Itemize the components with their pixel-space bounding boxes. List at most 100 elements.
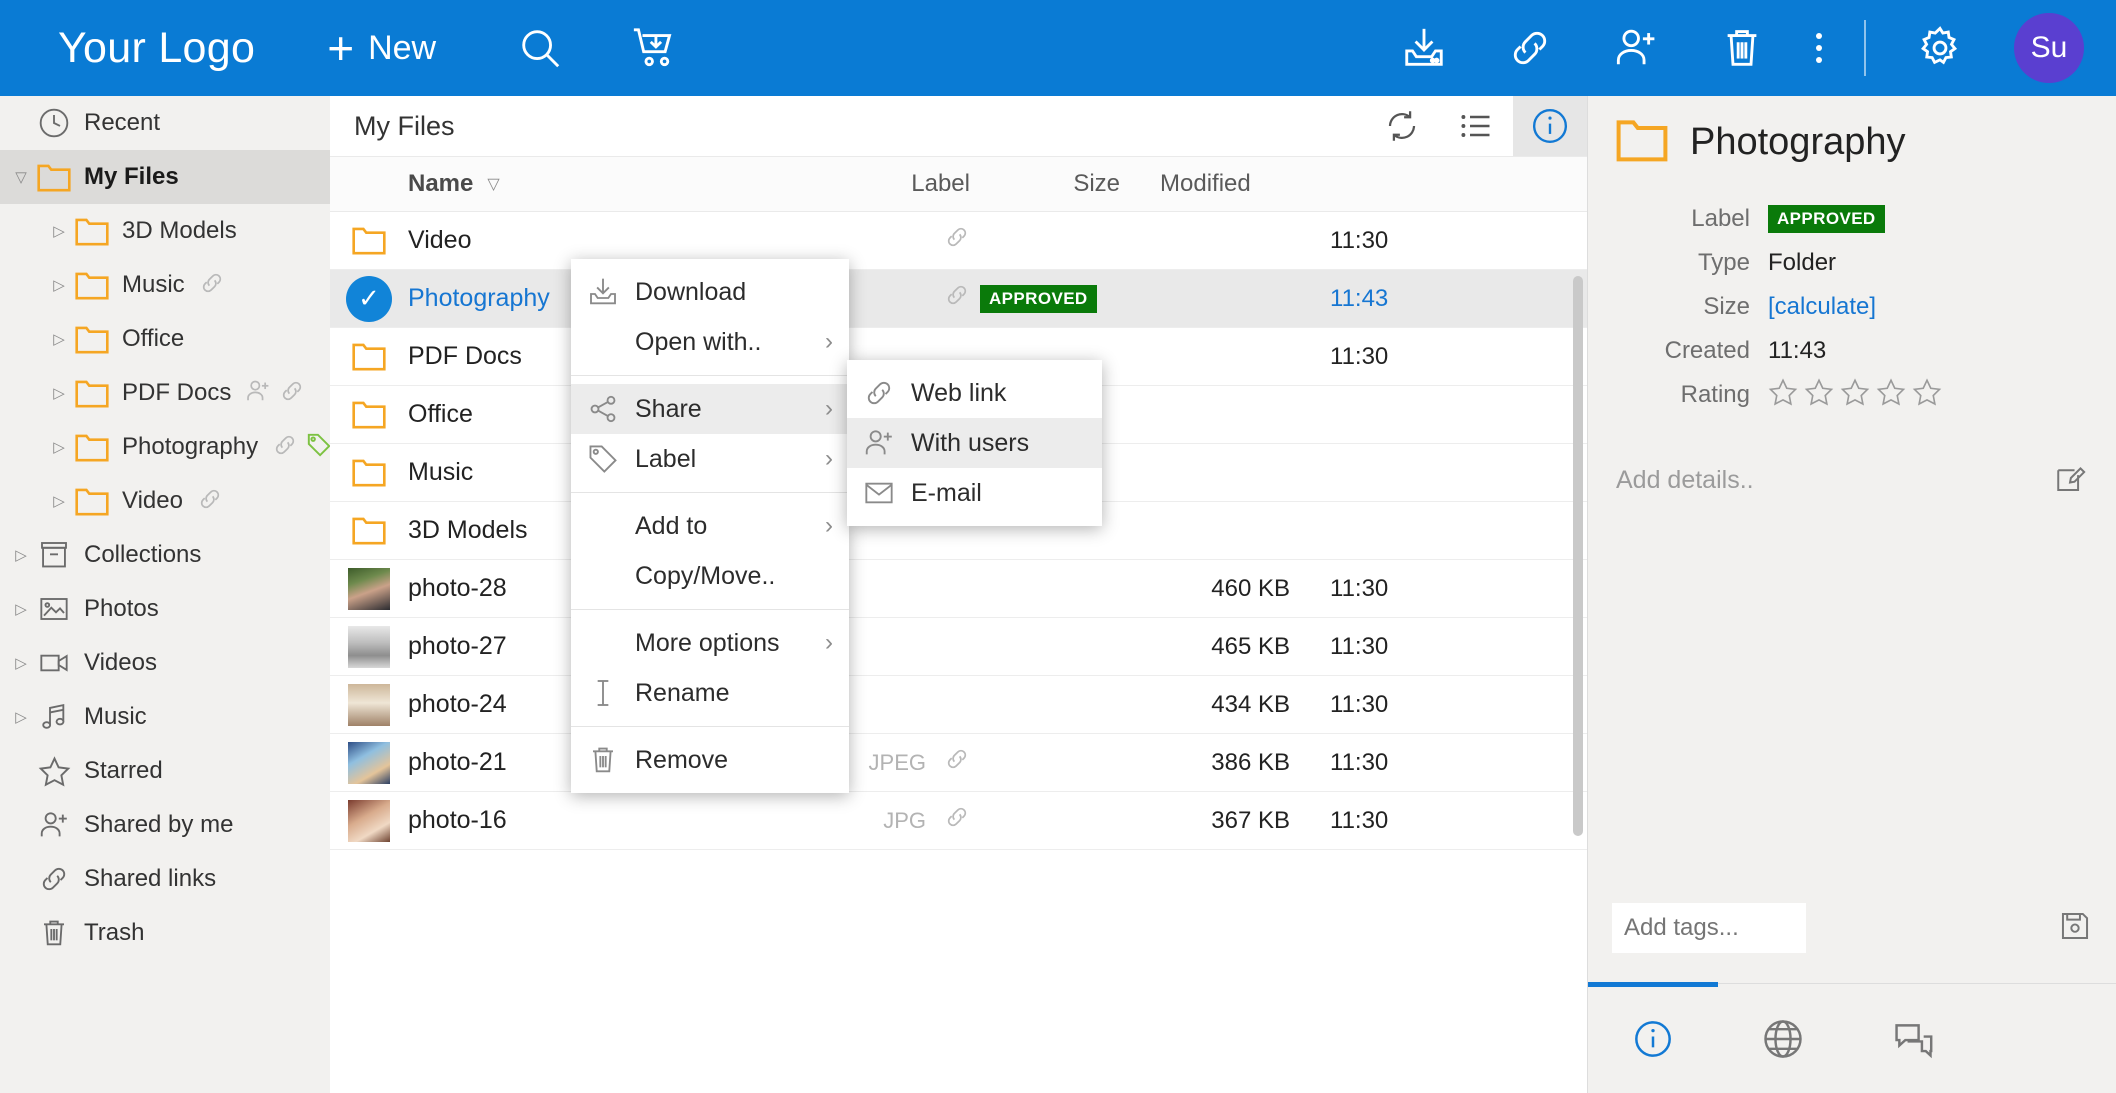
sidebar-item-video[interactable]: ▷ Video (0, 474, 330, 528)
chevron-right-icon[interactable]: ▷ (8, 546, 34, 564)
column-header-size[interactable]: Size (970, 170, 1120, 198)
sidebar-item-trash[interactable]: Trash (0, 906, 330, 960)
sidebar-item-music[interactable]: ▷ Music (0, 690, 330, 744)
rating-stars (1768, 377, 1942, 414)
status-badge: APPROVED (970, 284, 1140, 313)
info-icon[interactable] (1513, 96, 1587, 156)
row-checkbox-checked[interactable]: ✓ (330, 275, 408, 322)
column-header-modified[interactable]: Modified (1120, 170, 1330, 198)
context-menu-item-remove[interactable]: Remove (571, 735, 849, 785)
rating-star-3[interactable] (1840, 377, 1870, 414)
sidebar-item-recent[interactable]: Recent (0, 96, 330, 150)
gear-icon[interactable] (1908, 16, 1972, 80)
context-menu-item-label[interactable]: Label › (571, 434, 849, 484)
chevron-right-icon[interactable]: ▷ (8, 600, 34, 618)
table-row[interactable]: photo-16 JPG 367 KB 11:30 (330, 792, 1587, 850)
more-vertical-icon[interactable] (1816, 33, 1822, 63)
table-row[interactable]: Video 11:30 (330, 212, 1587, 270)
download-icon[interactable] (1392, 16, 1456, 80)
submenu-item-web-link[interactable]: Web link (847, 368, 1102, 418)
cart-download-icon[interactable] (622, 16, 686, 80)
new-button[interactable]: + New (327, 25, 436, 71)
rating-star-5[interactable] (1912, 377, 1942, 414)
sidebar-item-pdf-docs[interactable]: ▷ PDF Docs (0, 366, 330, 420)
sidebar-item-starred[interactable]: Starred (0, 744, 330, 798)
file-modified: 11:30 (1330, 690, 1389, 718)
chevron-right-icon[interactable]: ▷ (46, 492, 72, 510)
detail-row-label: Label APPROVED (1588, 197, 2102, 241)
sidebar-item-photography[interactable]: ▷ Photography (0, 420, 330, 474)
chevron-right-icon[interactable]: ▷ (46, 276, 72, 294)
sidebar-item-photos[interactable]: ▷ Photos (0, 582, 330, 636)
chevron-right-icon[interactable]: ▷ (8, 654, 34, 672)
details-tab-info[interactable] (1588, 1019, 1718, 1059)
table-row[interactable]: photo-28 460 KB 11:30 (330, 560, 1587, 618)
sidebar-item-my-files[interactable]: ▽ My Files (0, 150, 330, 204)
file-modified: 11:30 (1330, 342, 1389, 370)
trash-icon[interactable] (1710, 16, 1774, 80)
file-size: 386 KB (1211, 748, 1290, 776)
link-icon (944, 282, 970, 315)
sidebar-item-music[interactable]: ▷ Music (0, 258, 330, 312)
context-menu-item-add-to[interactable]: Add to › (571, 501, 849, 551)
sidebar-item-label: Music (122, 271, 185, 298)
table-row[interactable]: ✓ Photography APPROVED 11:43 (330, 270, 1587, 328)
context-menu-item-copy-move[interactable]: Copy/Move.. (571, 551, 849, 601)
sidebar-item-collections[interactable]: ▷ Collections (0, 528, 330, 582)
context-menu-item-download[interactable]: Download (571, 267, 849, 317)
details-tab-comments[interactable] (1848, 1018, 1978, 1060)
column-header-name-label: Name (408, 170, 474, 197)
chevron-down-icon[interactable]: ▽ (8, 168, 34, 186)
submenu-item-label: Web link (911, 378, 1007, 407)
list-view-icon[interactable] (1439, 96, 1513, 156)
rating-star-4[interactable] (1876, 377, 1906, 414)
chevron-right-icon[interactable]: ▷ (8, 708, 34, 726)
submenu-item-with-users[interactable]: With users (847, 418, 1102, 468)
trash-icon (34, 917, 74, 949)
submenu-item-e-mail[interactable]: E-mail (847, 468, 1102, 518)
context-menu-item-more-options[interactable]: More options › (571, 618, 849, 668)
context-menu-item-rename[interactable]: Rename (571, 668, 849, 718)
save-icon[interactable] (2058, 909, 2092, 948)
chevron-right-icon[interactable]: ▷ (46, 438, 72, 456)
search-icon[interactable] (508, 16, 572, 80)
context-menu-item-share[interactable]: Share › (571, 384, 849, 434)
column-header-label[interactable]: Label (800, 170, 970, 198)
column-header-name[interactable]: Name ▽ (330, 170, 800, 198)
add-tags-input[interactable] (1612, 903, 1806, 953)
sidebar-item-3d-models[interactable]: ▷ 3D Models (0, 204, 330, 258)
chevron-right-icon[interactable]: ▷ (46, 222, 72, 240)
link-icon[interactable] (1498, 16, 1562, 80)
sidebar-item-office[interactable]: ▷ Office (0, 312, 330, 366)
details-tab-globe[interactable] (1718, 1018, 1848, 1060)
sidebar-item-videos[interactable]: ▷ Videos (0, 636, 330, 690)
sidebar-item-label: Music (84, 703, 147, 730)
add-user-icon[interactable] (1604, 16, 1668, 80)
table-row[interactable]: photo-24 434 KB 11:30 (330, 676, 1587, 734)
chevron-right-icon: › (825, 328, 833, 355)
sidebar-item-shared-links[interactable]: Shared links (0, 852, 330, 906)
table-row[interactable]: photo-21 JPEG 386 KB 11:30 (330, 734, 1587, 792)
context-menu-item-open-with[interactable]: Open with.. › (571, 317, 849, 367)
file-size: 465 KB (1211, 632, 1290, 660)
file-list-scrollbar[interactable] (1573, 276, 1583, 836)
link-icon (197, 486, 223, 517)
table-row[interactable]: photo-27 465 KB 11:30 (330, 618, 1587, 676)
plus-icon: + (327, 22, 355, 74)
sidebar-item-label: Shared by me (84, 811, 234, 838)
chevron-right-icon[interactable]: ▷ (46, 330, 72, 348)
sidebar-item-label: Collections (84, 541, 202, 568)
rating-star-1[interactable] (1768, 377, 1798, 414)
chevron-right-icon[interactable]: ▷ (46, 384, 72, 402)
edit-icon[interactable] (2054, 461, 2088, 500)
add-details-row[interactable]: Add details.. (1588, 461, 2116, 500)
file-modified: 11:30 (1330, 806, 1389, 834)
folder-icon (330, 516, 408, 545)
refresh-icon[interactable] (1365, 96, 1439, 156)
rating-star-2[interactable] (1804, 377, 1834, 414)
detail-value[interactable]: [calculate] (1768, 293, 1876, 321)
details-title: Photography (1690, 121, 1906, 163)
sidebar-item-shared-by-me[interactable]: Shared by me (0, 798, 330, 852)
file-size: 460 KB (1211, 574, 1290, 602)
avatar[interactable]: Su (2014, 13, 2084, 83)
